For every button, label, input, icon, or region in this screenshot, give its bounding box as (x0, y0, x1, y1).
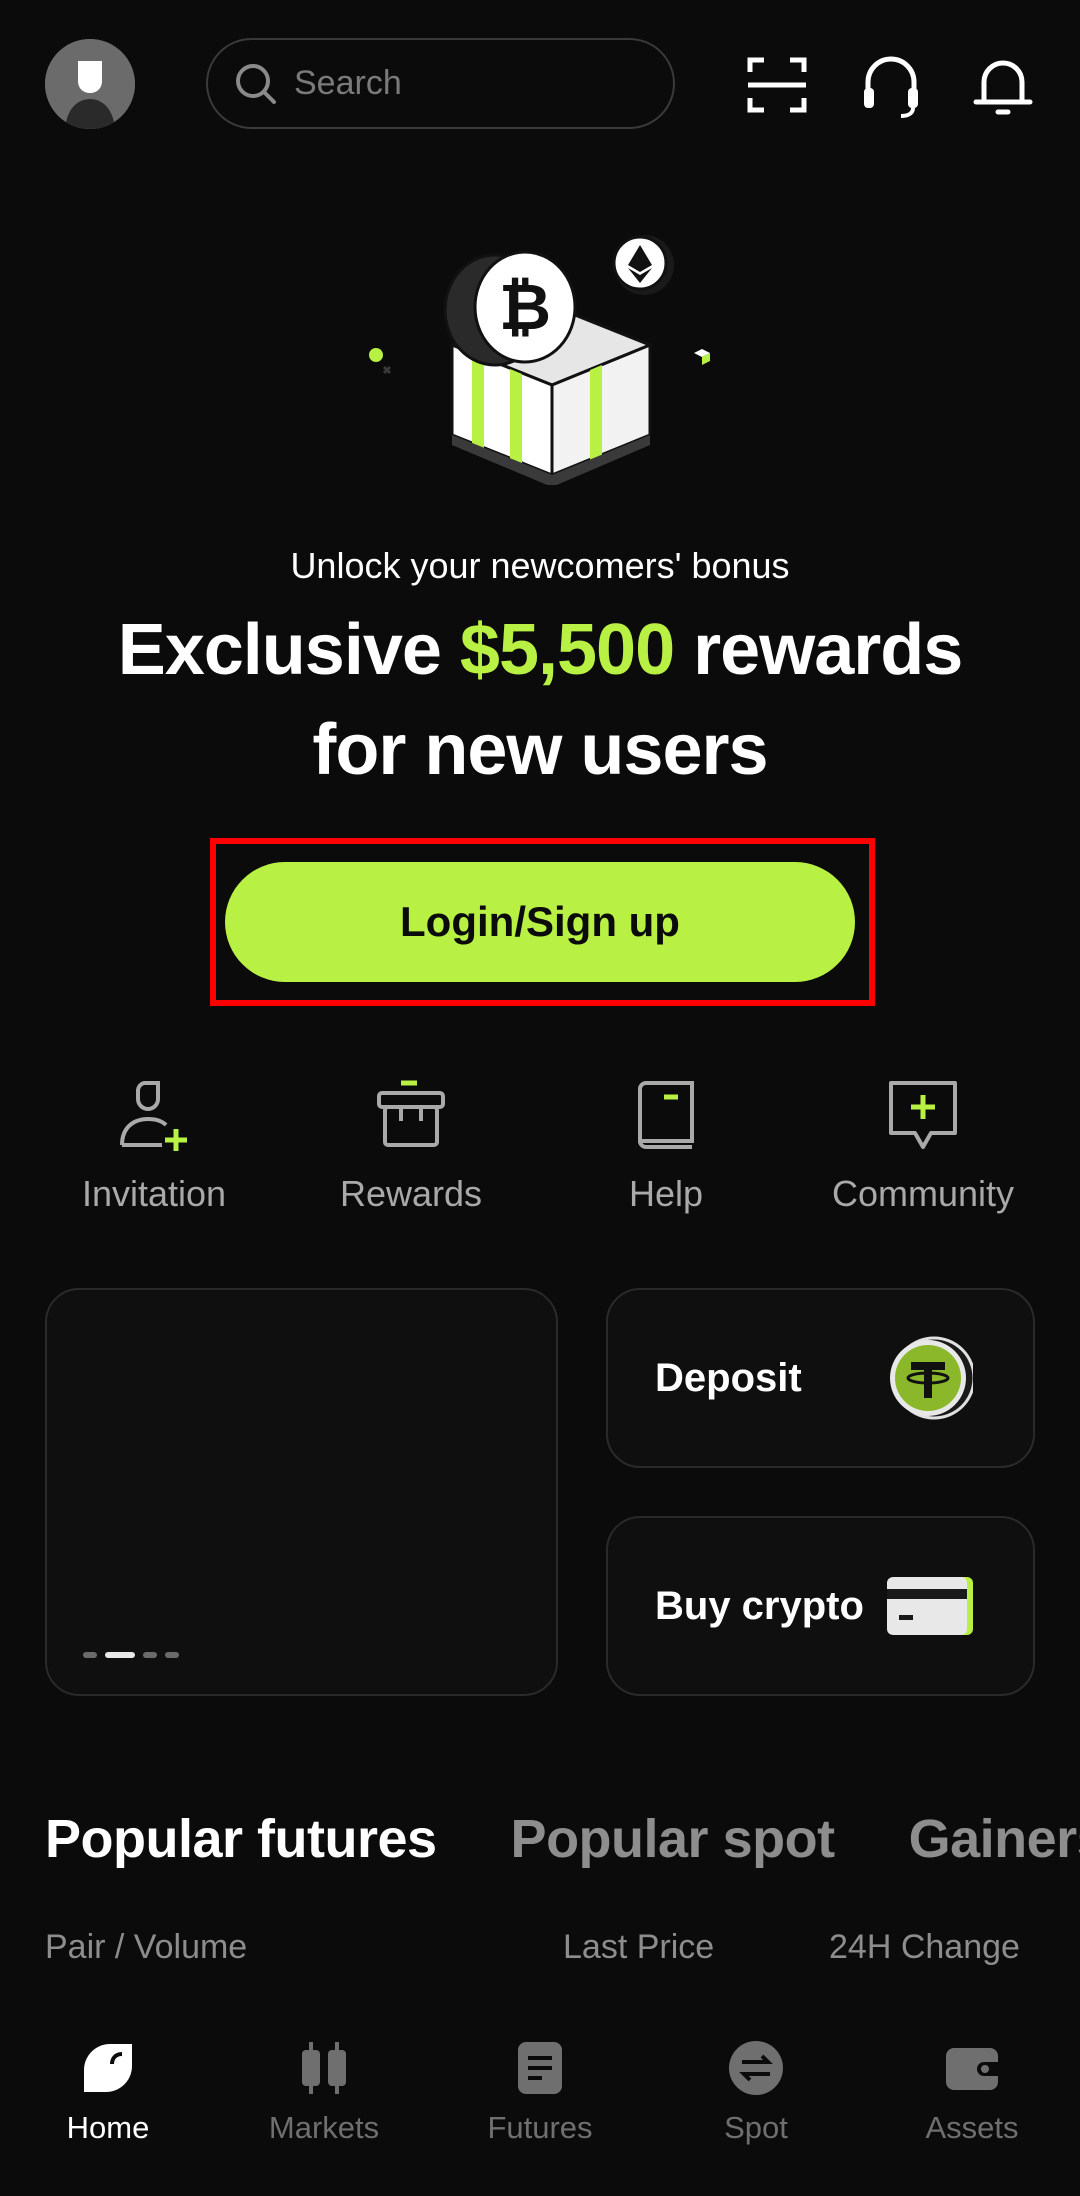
headline-amount: $5,500 (459, 610, 675, 690)
search-placeholder: Search (294, 64, 402, 102)
promo-banner-card[interactable] (45, 1288, 558, 1696)
scan-icon[interactable] (744, 52, 810, 118)
gift-box-icon (377, 1080, 445, 1147)
bell-icon[interactable] (970, 52, 1036, 118)
nav-label: Home (66, 2110, 150, 2145)
carousel-dot-active (105, 1652, 135, 1658)
user-silhouette-icon (45, 39, 135, 129)
shortcut-invitation[interactable]: Invitation (34, 1075, 274, 1215)
buy-crypto-label: Buy crypto (655, 1583, 864, 1628)
chat-plus-icon (889, 1081, 957, 1149)
deposit-card[interactable]: Deposit (606, 1288, 1035, 1468)
headline-prefix: Exclusive (117, 610, 460, 690)
column-pair-volume[interactable]: Pair / Volume (45, 1928, 247, 1967)
avatar[interactable] (45, 39, 135, 129)
document-icon (518, 2042, 562, 2094)
nav-spot[interactable]: Spot (648, 2038, 864, 2146)
carousel-indicator (83, 1652, 179, 1658)
deposit-label: Deposit (655, 1355, 802, 1400)
book-icon (638, 1081, 694, 1149)
search-bar[interactable]: Search (206, 38, 675, 129)
tab-gainers[interactable]: Gainers (909, 1808, 1080, 1870)
nav-futures[interactable]: Futures (432, 2038, 648, 2146)
tab-popular-spot[interactable]: Popular spot (511, 1808, 836, 1870)
tab-popular-futures[interactable]: Popular futures (45, 1808, 437, 1870)
market-tabs: Popular futures Popular spot Gainers (45, 1808, 1080, 1870)
headline-line2: for new users (312, 710, 768, 790)
home-icon (84, 2044, 132, 2092)
shortcut-label: Rewards (339, 1173, 483, 1214)
shortcut-community[interactable]: Community (803, 1075, 1043, 1215)
shortcut-label: Invitation (81, 1173, 227, 1214)
exchange-icon (729, 2041, 783, 2095)
nav-label: Futures (487, 2110, 593, 2145)
nav-assets[interactable]: Assets (864, 2038, 1080, 2146)
carousel-dot (83, 1652, 97, 1658)
buy-crypto-card[interactable]: Buy crypto (606, 1516, 1035, 1696)
gift-box-coins-illustration: ₿ (369, 235, 710, 485)
carousel-dot (143, 1652, 157, 1658)
shortcut-rewards[interactable]: Rewards (291, 1075, 531, 1215)
svg-text:₿: ₿ (499, 271, 551, 345)
bottom-navigation: Home Markets Futures Spot Assets (0, 2016, 1080, 2196)
shortcut-help[interactable]: Help (546, 1075, 786, 1215)
candlestick-icon (302, 2042, 346, 2094)
column-24h-change[interactable]: 24H Change (829, 1928, 1020, 1967)
column-last-price[interactable]: Last Price (563, 1928, 714, 1967)
login-signup-button[interactable]: Login/Sign up (225, 862, 855, 982)
tether-coin-icon (890, 1336, 973, 1420)
invite-user-icon (120, 1081, 187, 1151)
credit-card-icon (887, 1577, 973, 1635)
shortcut-label: Community (831, 1173, 1015, 1214)
search-icon (236, 63, 276, 104)
hero-subtitle: Unlock your newcomers' bonus (290, 545, 790, 586)
wallet-icon (946, 2048, 998, 2090)
headline-suffix: rewards (674, 610, 963, 690)
nav-label: Spot (724, 2110, 788, 2145)
carousel-dot (165, 1652, 179, 1658)
nav-label: Assets (925, 2110, 1019, 2145)
nav-label: Markets (268, 2110, 380, 2145)
top-bar: Search (0, 0, 1080, 170)
shortcut-label: Help (628, 1173, 704, 1214)
hero-headline: Exclusive $5,500 rewards for new users (0, 600, 1080, 800)
nav-home[interactable]: Home (0, 2038, 216, 2146)
headset-icon[interactable] (858, 52, 924, 118)
nav-markets[interactable]: Markets (216, 2038, 432, 2146)
